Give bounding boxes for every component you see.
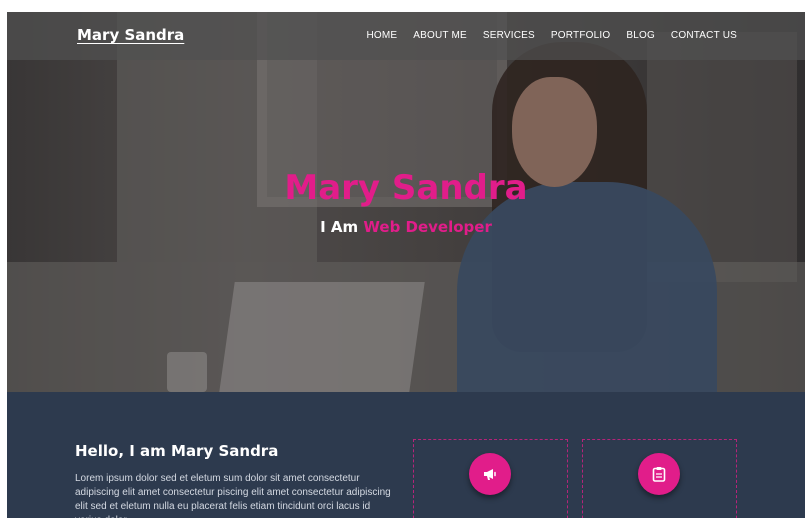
hero-subtitle-role: Web Developer bbox=[363, 218, 492, 236]
megaphone-icon bbox=[469, 453, 511, 495]
clipboard-icon bbox=[638, 453, 680, 495]
hero-title: Mary Sandra bbox=[284, 168, 528, 208]
brand-logo-link[interactable]: Mary Sandra bbox=[77, 26, 184, 44]
nav-link-blog[interactable]: BLOG bbox=[626, 30, 655, 41]
nav-link-contact-us[interactable]: CONTACT US bbox=[671, 30, 737, 41]
nav-link-portfolio[interactable]: PORTFOLIO bbox=[551, 30, 610, 41]
about-section: Hello, I am Mary Sandra Lorem ipsum dolo… bbox=[7, 392, 805, 518]
hero-subtitle: I Am Web Developer bbox=[7, 218, 805, 236]
nav-link-home[interactable]: HOME bbox=[366, 30, 397, 41]
about-text: Lorem ipsum dolor sed et eletum sum dolo… bbox=[75, 473, 391, 518]
page: Mary Sandra HOME ABOUT ME SERVICES PORTF… bbox=[7, 12, 805, 518]
service-card bbox=[413, 439, 568, 518]
navbar: Mary Sandra HOME ABOUT ME SERVICES PORTF… bbox=[7, 12, 805, 60]
nav-menu: HOME ABOUT ME SERVICES PORTFOLIO BLOG CO… bbox=[366, 30, 737, 41]
about-heading: Hello, I am Mary Sandra bbox=[75, 442, 279, 460]
nav-link-about-me[interactable]: ABOUT ME bbox=[413, 30, 467, 41]
nav-link-services[interactable]: SERVICES bbox=[483, 30, 535, 41]
hero-subtitle-prefix: I Am bbox=[320, 218, 364, 236]
hero-section: Mary Sandra HOME ABOUT ME SERVICES PORTF… bbox=[7, 12, 805, 392]
service-card bbox=[582, 439, 737, 518]
